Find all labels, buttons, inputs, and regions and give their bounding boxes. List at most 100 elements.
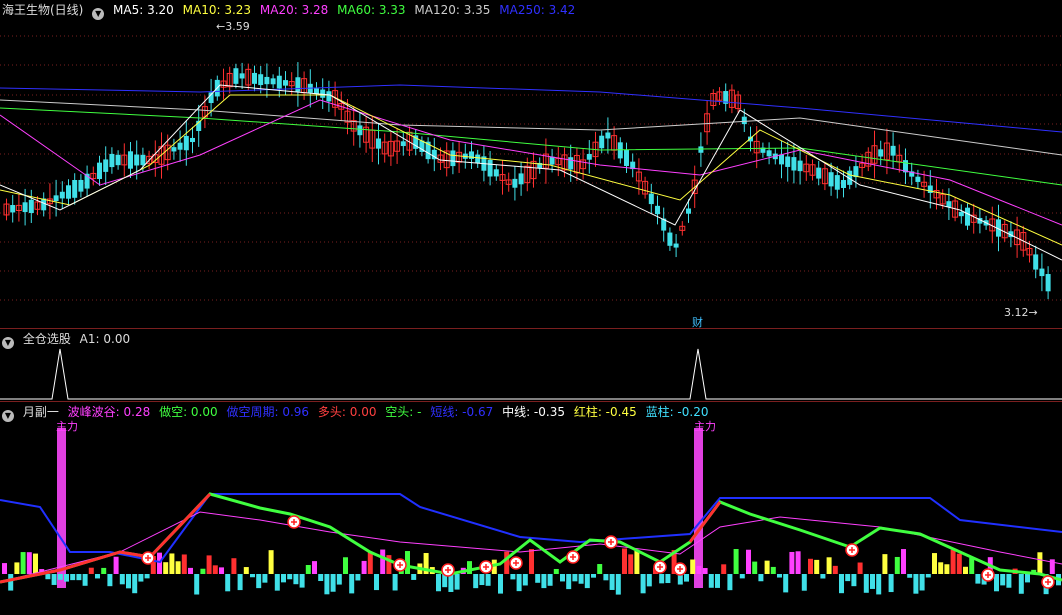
- histogram-bar: [715, 574, 720, 588]
- histogram-bar: [1006, 574, 1012, 588]
- candle-body: [59, 191, 65, 199]
- histogram-bar: [857, 562, 863, 574]
- histogram-bar: [8, 574, 14, 591]
- candlestick-chart[interactable]: [0, 0, 1062, 328]
- main-indicator-header: 海王生物(日线) ▼ MA5: 3.20 MA10: 3.23 MA20: 3.…: [2, 2, 580, 20]
- histogram-bar: [783, 574, 789, 593]
- candle-body: [22, 202, 28, 213]
- candle-body: [177, 142, 183, 150]
- histogram-bar: [82, 574, 88, 586]
- histogram-bar: [721, 564, 727, 574]
- histogram-bar: [132, 574, 138, 594]
- histogram-bar: [454, 574, 460, 590]
- sub-toggle-icon[interactable]: ▼: [2, 410, 14, 422]
- candle-body: [617, 142, 623, 159]
- selector-signal-line: [0, 348, 1062, 400]
- histogram-bar: [839, 574, 844, 594]
- sub-item-short-cycle: 做空周期: 0.96: [226, 405, 310, 419]
- sub-indicator-chart: [0, 428, 1062, 595]
- ma120-label: MA120: 3.35: [414, 3, 491, 17]
- histogram-bar: [144, 574, 150, 579]
- candle-body: [965, 207, 970, 226]
- histogram-bar: [659, 574, 665, 584]
- candle-body: [605, 132, 611, 139]
- selector-chart: [0, 348, 1062, 400]
- candle-body: [915, 176, 921, 182]
- candle-body: [109, 153, 115, 168]
- candle-body: [1039, 268, 1045, 277]
- sub-title: 月副一: [22, 405, 59, 419]
- candle-body: [190, 137, 195, 143]
- histogram-bar: [318, 574, 324, 582]
- candle-body: [586, 153, 592, 160]
- histogram-bar: [281, 574, 286, 583]
- stock-title: 海王生物(日线): [2, 3, 84, 17]
- candle-body: [233, 68, 239, 84]
- histogram-bar: [808, 558, 813, 574]
- histogram-bar: [498, 574, 503, 594]
- histogram-bar: [231, 558, 237, 574]
- histogram-bar: [789, 551, 795, 574]
- financial-report-marker[interactable]: 财: [692, 314, 703, 328]
- histogram-bar: [584, 574, 590, 589]
- histogram-bar: [975, 574, 981, 584]
- selector-toggle-icon[interactable]: ▼: [2, 337, 14, 349]
- candle-body: [450, 150, 456, 167]
- histogram-bar: [733, 549, 739, 574]
- histogram-bar: [479, 574, 485, 586]
- candle-body: [258, 74, 264, 86]
- histogram-bar: [262, 574, 268, 583]
- sub-indicator-header: ▼ 月副一 波峰波谷: 0.28 做空: 0.00 做空周期: 0.96 多头:…: [2, 404, 714, 422]
- histogram-bar: [181, 554, 187, 574]
- spike-label-2: 主力: [694, 420, 716, 433]
- candle-body: [816, 167, 822, 179]
- histogram-bar: [380, 549, 386, 574]
- histogram-bar: [795, 551, 801, 574]
- spike-bar: [694, 428, 703, 588]
- main-chart-pane[interactable]: 海王生物(日线) ▼ MA5: 3.20 MA10: 3.23 MA20: 3.…: [0, 0, 1062, 328]
- histogram-bar: [603, 574, 609, 581]
- candle-body: [686, 208, 691, 214]
- histogram-bar: [516, 574, 522, 592]
- histogram-bar: [330, 574, 336, 592]
- histogram-bar: [696, 565, 702, 574]
- selector-value: A1: 0.00: [79, 332, 131, 346]
- histogram-bar: [70, 574, 76, 581]
- histogram-bar: [163, 562, 169, 574]
- histogram-bar: [256, 574, 262, 589]
- histogram-bar: [894, 556, 900, 574]
- candle-body: [97, 162, 102, 180]
- histogram-bar: [708, 574, 714, 588]
- histogram-bar: [392, 574, 398, 591]
- histogram-bar: [504, 551, 510, 574]
- histogram-bar: [969, 557, 975, 574]
- histogram-bar: [436, 574, 441, 592]
- histogram-bar: [963, 566, 968, 574]
- histogram-bar: [138, 574, 144, 582]
- sub-item-short: 做空: 0.00: [159, 405, 218, 419]
- histogram-bar: [770, 566, 776, 574]
- candle-body: [400, 141, 406, 147]
- histogram-bar: [777, 574, 782, 578]
- histogram-bar: [851, 574, 857, 587]
- histogram-bar: [467, 561, 472, 574]
- histogram-bar: [547, 574, 553, 586]
- candle-body: [512, 178, 518, 188]
- sub-indicator-pane[interactable]: ▼ 月副一 波峰波谷: 0.28 做空: 0.00 做空周期: 0.96 多头:…: [0, 402, 1062, 615]
- histogram-bar: [237, 574, 243, 591]
- histogram-bar: [175, 561, 181, 574]
- candle-body: [320, 89, 326, 98]
- histogram-bar: [814, 559, 820, 574]
- histogram-bar: [919, 574, 925, 591]
- histogram-bar: [801, 574, 807, 591]
- histogram-bar: [578, 574, 584, 584]
- candle-body: [134, 154, 140, 166]
- histogram-bar: [727, 574, 733, 591]
- sub-item-midline: 中线: -0.35: [502, 405, 565, 419]
- selector-pane[interactable]: ▼ 全仓选股 A1: 0.00: [0, 329, 1062, 401]
- histogram-bar: [944, 564, 950, 574]
- histogram-bar: [336, 574, 342, 585]
- histogram-bar: [113, 556, 119, 574]
- candle-body: [549, 156, 555, 165]
- histogram-bar: [188, 567, 193, 574]
